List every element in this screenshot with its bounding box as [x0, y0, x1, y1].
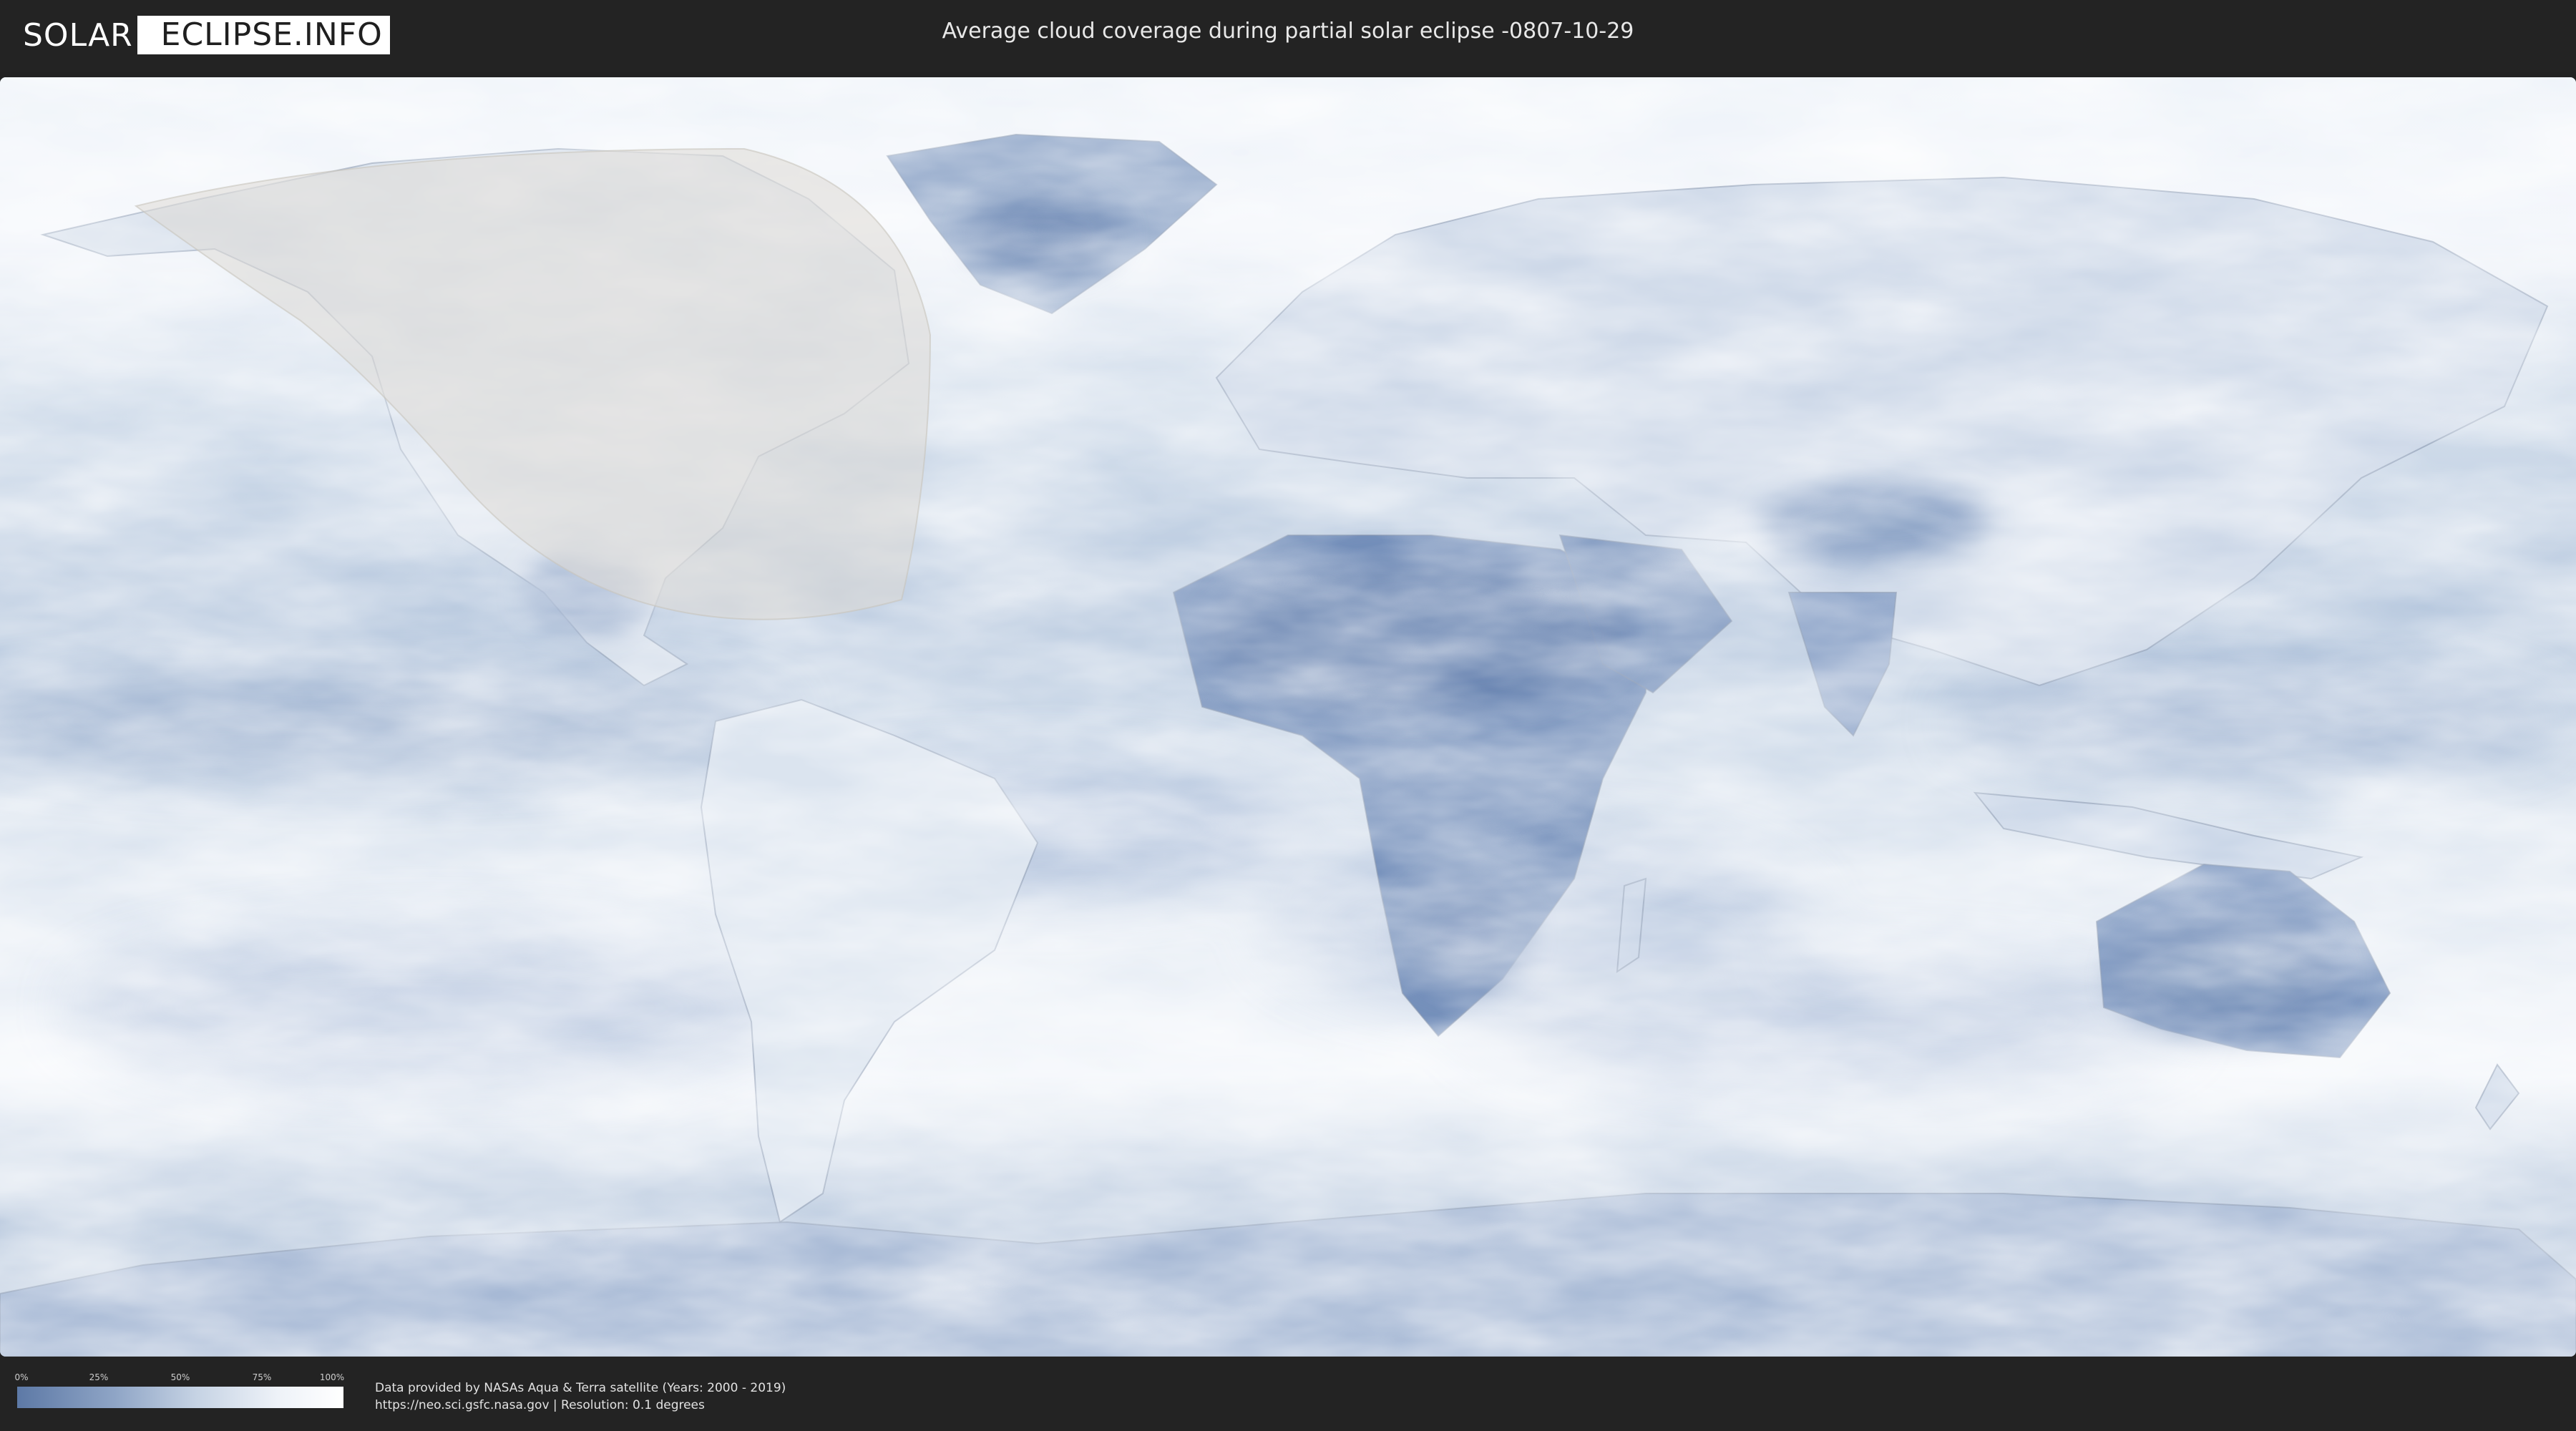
legend-tick-25: 25%	[89, 1372, 109, 1382]
header-bar: SOLAR ⚡ECLIPSE.INFO Average cloud covera…	[0, 0, 2576, 72]
legend-tick-100: 100%	[319, 1372, 345, 1382]
credit-source: Data provided by NASAs Aqua & Terra sate…	[375, 1381, 786, 1395]
credit-url-resolution: https://neo.sci.gsfc.nasa.gov | Resoluti…	[375, 1398, 705, 1412]
legend-gradient-bar	[17, 1387, 343, 1408]
cloud-coverage-map[interactable]	[0, 77, 2576, 1357]
page: SOLAR ⚡ECLIPSE.INFO Average cloud covera…	[0, 0, 2576, 1431]
footer-bar: 0% 25% 50% 75% 100% Data provided by NAS…	[0, 1357, 2576, 1431]
world-map	[0, 77, 2576, 1357]
cloud-coverage-legend: 0% 25% 50% 75% 100%	[14, 1372, 345, 1412]
page-title: Average cloud coverage during partial so…	[942, 19, 1634, 44]
legend-tick-50: 50%	[170, 1372, 190, 1382]
legend-tick-0: 0%	[14, 1372, 29, 1382]
data-credits: Data provided by NASAs Aqua & Terra sate…	[375, 1379, 786, 1414]
legend-tick-75: 75%	[252, 1372, 272, 1382]
